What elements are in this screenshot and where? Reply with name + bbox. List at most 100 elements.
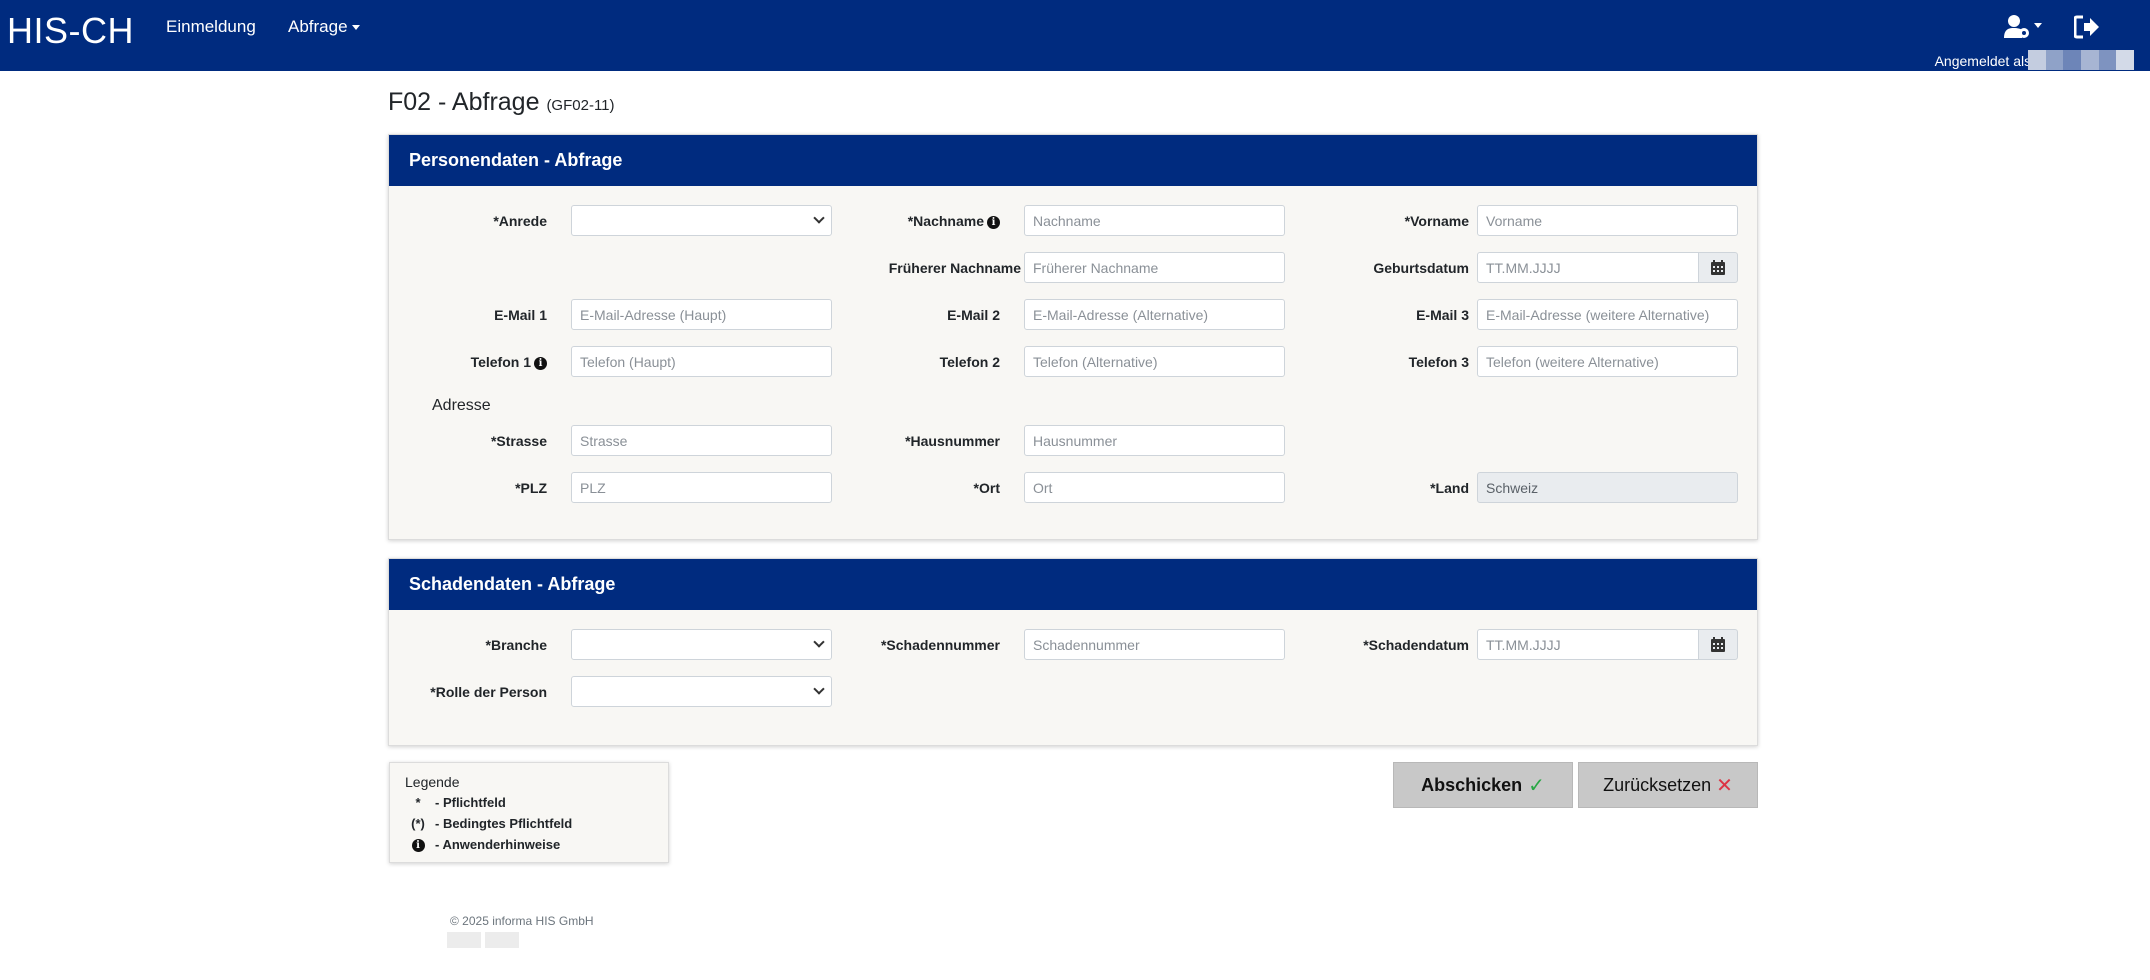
legend-text: - Anwenderhinweise (435, 837, 561, 852)
calendar-icon (1711, 260, 1725, 275)
info-icon: i (411, 839, 425, 853)
email1-input[interactable]: E-Mail-Adresse (Haupt) (571, 299, 832, 330)
email3-placeholder: E-Mail-Adresse (weitere Alternative) (1486, 306, 1710, 323)
schadendatum-input[interactable]: TT.MM.JJJJ (1477, 629, 1699, 660)
user-cog-icon (2004, 15, 2042, 38)
plz-placeholder: PLZ (580, 479, 606, 496)
brand-logo[interactable]: HIS-CH (7, 10, 134, 52)
legend-row-pflichtfeld: * - Pflichtfeld (405, 795, 505, 810)
nachname-label: *Nachname i (908, 213, 1000, 229)
schadendatum-calendar-button[interactable] (1698, 629, 1738, 660)
schadendaten-card: Schadendaten - Abfrage *Branche *Schaden… (388, 558, 1758, 746)
telefon1-label: Telefon 1i (471, 354, 547, 370)
chevron-down-icon (813, 636, 825, 648)
times-icon: ✕ (1716, 774, 1733, 797)
frueherer-nachname-placeholder: Früherer Nachname (1033, 259, 1159, 276)
telefon3-placeholder: Telefon (weitere Alternative) (1486, 353, 1659, 370)
legend-row-hinweise: i - Anwenderhinweise (405, 837, 561, 853)
footer-logos (447, 932, 519, 948)
reset-button[interactable]: Zurücksetzen ✕ (1578, 762, 1758, 808)
strasse-input[interactable]: Strasse (571, 425, 832, 456)
sign-out-icon (2073, 15, 2099, 39)
rolle-select[interactable] (571, 676, 832, 707)
email2-input[interactable]: E-Mail-Adresse (Alternative) (1024, 299, 1285, 330)
top-navbar: HIS-CH Einmeldung Abfrage Angemeldet als… (0, 0, 2150, 71)
adresse-heading: Adresse (432, 397, 491, 414)
frueherer-nachname-input[interactable]: Früherer Nachname (1024, 252, 1285, 283)
geburtsdatum-calendar-button[interactable] (1698, 252, 1738, 283)
geburtsdatum-label: Geburtsdatum (1373, 260, 1469, 276)
telefon2-input[interactable]: Telefon (Alternative) (1024, 346, 1285, 377)
legend-box: Legende * - Pflichtfeld (*) - Bedingtes Pf… (389, 762, 669, 863)
legend-symbol: i (405, 837, 431, 853)
blurred-username (2028, 50, 2135, 70)
anrede-select[interactable] (571, 205, 832, 236)
telefon2-placeholder: Telefon (Alternative) (1033, 353, 1158, 370)
schadennummer-label: *Schadennummer (880, 637, 1000, 653)
hausnummer-placeholder: Hausnummer (1033, 432, 1118, 449)
schadennummer-placeholder: Schadennummer (1033, 636, 1140, 653)
ort-input[interactable]: Ort (1024, 472, 1285, 503)
vorname-placeholder: Vorname (1486, 212, 1543, 229)
user-settings-dropdown[interactable] (2004, 14, 2044, 40)
info-icon[interactable]: i (534, 356, 547, 370)
land-label: *Land (1430, 480, 1469, 496)
nav-abfrage-dropdown[interactable]: Abfrage (288, 17, 360, 37)
page-subtitle: (GF02-11) (546, 97, 615, 114)
rolle-label: *Rolle der Person (430, 684, 547, 700)
schadennummer-input[interactable]: Schadennummer (1024, 629, 1285, 660)
email3-input[interactable]: E-Mail-Adresse (weitere Alternative) (1477, 299, 1738, 330)
telefon3-input[interactable]: Telefon (weitere Alternative) (1477, 346, 1738, 377)
strasse-placeholder: Strasse (580, 432, 628, 449)
branche-label: *Branche (485, 637, 547, 653)
ort-label: *Ort (973, 480, 1000, 496)
nachname-input[interactable]: Nachname (1024, 205, 1285, 236)
check-icon: ✓ (1528, 774, 1545, 797)
schadendaten-header: Schadendaten - Abfrage (389, 559, 1757, 610)
strasse-label: *Strasse (490, 433, 547, 449)
telefon3-label: Telefon 3 (1408, 354, 1469, 370)
ort-placeholder: Ort (1033, 479, 1053, 496)
page-title: F02 - Abfrage (GF02-11) (388, 88, 615, 117)
logged-in-label: Angemeldet als: (1934, 53, 2035, 69)
legend-symbol: (*) (411, 816, 425, 831)
chevron-down-icon (813, 683, 825, 695)
telefon2-label: Telefon 2 (939, 354, 1000, 370)
telefon1-label-text: Telefon 1 (470, 354, 531, 370)
telefon1-placeholder: Telefon (Haupt) (580, 353, 676, 370)
frueherer-nachname-label: Früherer Nachname (888, 260, 1021, 276)
plz-input[interactable]: PLZ (571, 472, 832, 503)
logout-button[interactable] (2073, 15, 2100, 39)
plz-label: *PLZ (515, 480, 547, 496)
legend-symbol: * (415, 795, 421, 810)
schadendatum-placeholder: TT.MM.JJJJ (1486, 636, 1561, 653)
page-title-text: F02 - Abfrage (388, 88, 540, 116)
footer-copyright: © 2025 informa HIS GmbH (450, 914, 594, 928)
nachname-placeholder: Nachname (1033, 212, 1101, 229)
telefon1-input[interactable]: Telefon (Haupt) (571, 346, 832, 377)
submit-button[interactable]: Abschicken ✓ (1393, 762, 1573, 808)
info-icon[interactable]: i (987, 215, 1000, 229)
hausnummer-input[interactable]: Hausnummer (1024, 425, 1285, 456)
nachname-label-text: *Nachname (907, 213, 984, 229)
schadendatum-label: *Schadendatum (1363, 637, 1469, 653)
land-input: Schweiz (1477, 472, 1738, 503)
hausnummer-label: *Hausnummer (905, 433, 1000, 449)
personendaten-header: Personendaten - Abfrage (389, 135, 1757, 186)
submit-label: Abschicken (1421, 774, 1523, 795)
geburtsdatum-input[interactable]: TT.MM.JJJJ (1477, 252, 1699, 283)
nav-einmeldung[interactable]: Einmeldung (166, 17, 256, 37)
legend-title: Legende (405, 774, 460, 790)
geburtsdatum-placeholder: TT.MM.JJJJ (1486, 259, 1561, 276)
vorname-input[interactable]: Vorname (1477, 205, 1738, 236)
calendar-icon (1711, 637, 1725, 652)
reset-label: Zurücksetzen (1603, 774, 1712, 795)
caret-down-icon (351, 25, 360, 31)
branche-select[interactable] (571, 629, 832, 660)
legend-text: - Bedingtes Pflichtfeld (435, 816, 573, 831)
anrede-label: *Anrede (493, 213, 547, 229)
email2-placeholder: E-Mail-Adresse (Alternative) (1033, 306, 1209, 323)
email1-label: E-Mail 1 (494, 307, 547, 323)
personendaten-card: Personendaten - Abfrage *Anrede *Nachnam… (388, 134, 1758, 540)
email3-label: E-Mail 3 (1416, 307, 1469, 323)
